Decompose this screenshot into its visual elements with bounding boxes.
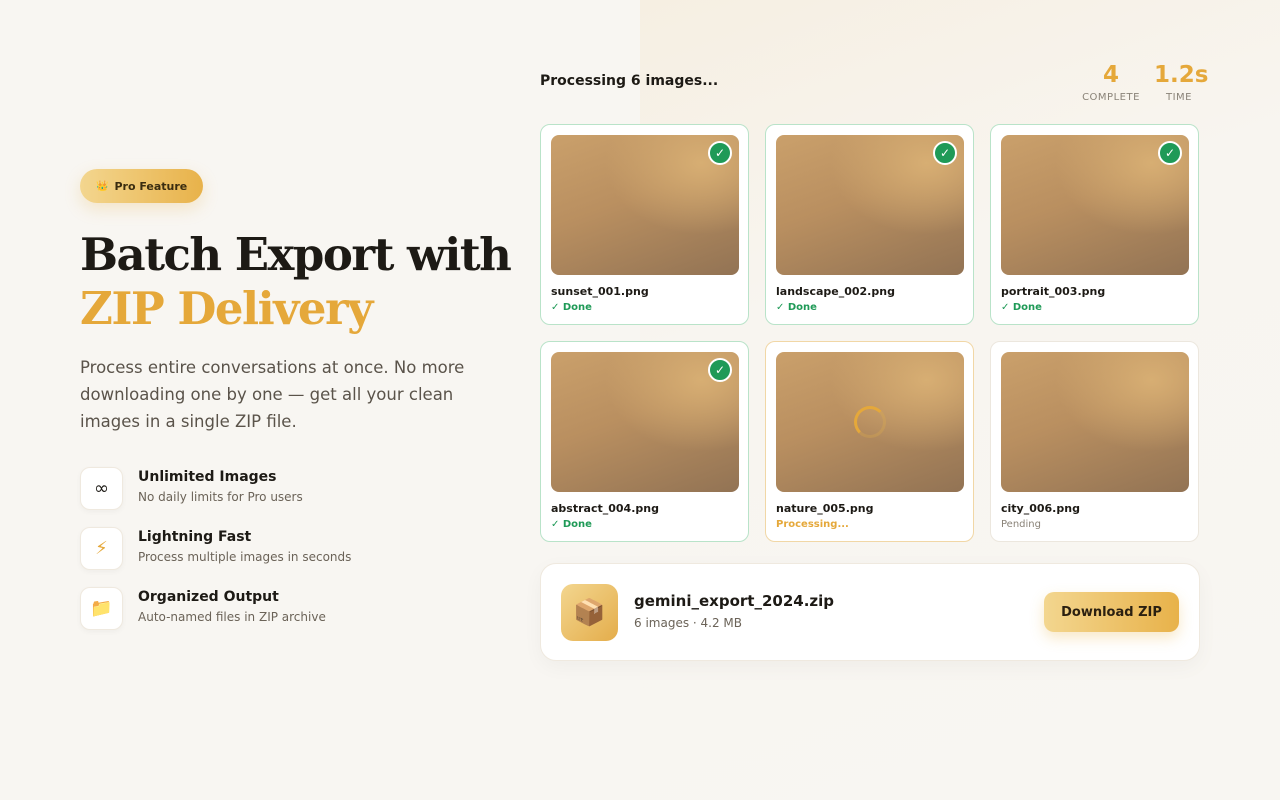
pro-feature-badge: 👑 Pro Feature xyxy=(80,169,204,203)
image-filename: abstract_004.png xyxy=(551,502,659,515)
stat-complete: 4 COMPLETE xyxy=(1080,62,1142,103)
crown-icon: 👑 xyxy=(96,180,109,192)
zip-meta: 6 images · 4.2 MB xyxy=(634,616,743,630)
feature-item: ⚡ Lightning Fast Process multiple images… xyxy=(80,527,420,570)
feature-subtitle: Auto-named files in ZIP archive xyxy=(138,610,326,624)
image-filename: landscape_002.png xyxy=(776,285,895,298)
stat-label: TIME xyxy=(1165,92,1192,103)
image-card[interactable]: ✓ landscape_002.png ✓ Done xyxy=(765,124,974,325)
title-line-1: Batch Export with xyxy=(80,228,512,281)
image-thumbnail xyxy=(776,352,964,492)
stat-value: 4 xyxy=(1102,62,1119,88)
feature-title: Organized Output xyxy=(138,589,279,605)
zip-download-card: 📦 gemini_export_2024.zip 6 images · 4.2 … xyxy=(540,563,1200,661)
image-status: ✓ Done xyxy=(1001,302,1042,313)
check-icon: ✓ xyxy=(933,141,957,165)
feature-item: 📁 Organized Output Auto-named files in Z… xyxy=(80,587,420,630)
image-card[interactable]: ✓ abstract_004.png ✓ Done xyxy=(540,341,749,542)
hero-description: Process entire conversations at once. No… xyxy=(80,358,465,431)
image-filename: portrait_003.png xyxy=(1001,285,1106,298)
download-zip-button[interactable]: Download ZIP xyxy=(1044,592,1179,632)
feature-item: ∞ Unlimited Images No daily limits for P… xyxy=(80,467,420,510)
page-title: Batch Export with ZIP Delivery xyxy=(80,228,520,336)
check-icon: ✓ xyxy=(708,141,732,165)
processing-title: Processing 6 images... xyxy=(540,73,719,89)
image-status: Pending xyxy=(1001,519,1041,530)
check-icon: ✓ xyxy=(708,358,732,382)
package-icon: 📦 xyxy=(561,584,618,641)
image-card[interactable]: ✓ portrait_003.png ✓ Done xyxy=(990,124,1199,325)
image-card[interactable]: city_006.png Pending xyxy=(990,341,1199,542)
folder-icon: 📁 xyxy=(80,587,123,630)
infinity-icon: ∞ xyxy=(80,467,123,510)
image-status: ✓ Done xyxy=(551,519,592,530)
image-filename: sunset_001.png xyxy=(551,285,649,298)
feature-title: Unlimited Images xyxy=(138,469,277,485)
image-card[interactable]: ✓ sunset_001.png ✓ Done xyxy=(540,124,749,325)
feature-subtitle: No daily limits for Pro users xyxy=(138,490,303,504)
image-status: ✓ Done xyxy=(551,302,592,313)
image-filename: nature_005.png xyxy=(776,502,874,515)
feature-subtitle: Process multiple images in seconds xyxy=(138,550,352,564)
image-thumbnail xyxy=(1001,352,1189,492)
stat-label: COMPLETE xyxy=(1082,92,1140,103)
image-status: Processing... xyxy=(776,519,849,530)
lightning-icon: ⚡ xyxy=(80,527,123,570)
image-card[interactable]: nature_005.png Processing... xyxy=(765,341,974,542)
title-line-2: ZIP Delivery xyxy=(80,282,373,335)
stat-value: 1.2s xyxy=(1154,62,1209,88)
zip-filename: gemini_export_2024.zip xyxy=(634,592,835,610)
check-icon: ✓ xyxy=(1158,141,1182,165)
badge-label: Pro Feature xyxy=(114,179,188,193)
image-filename: city_006.png xyxy=(1001,502,1080,515)
loading-spinner-icon xyxy=(854,406,886,438)
image-status: ✓ Done xyxy=(776,302,817,313)
stat-time: 1.2s TIME xyxy=(1154,62,1209,103)
feature-title: Lightning Fast xyxy=(138,529,252,545)
